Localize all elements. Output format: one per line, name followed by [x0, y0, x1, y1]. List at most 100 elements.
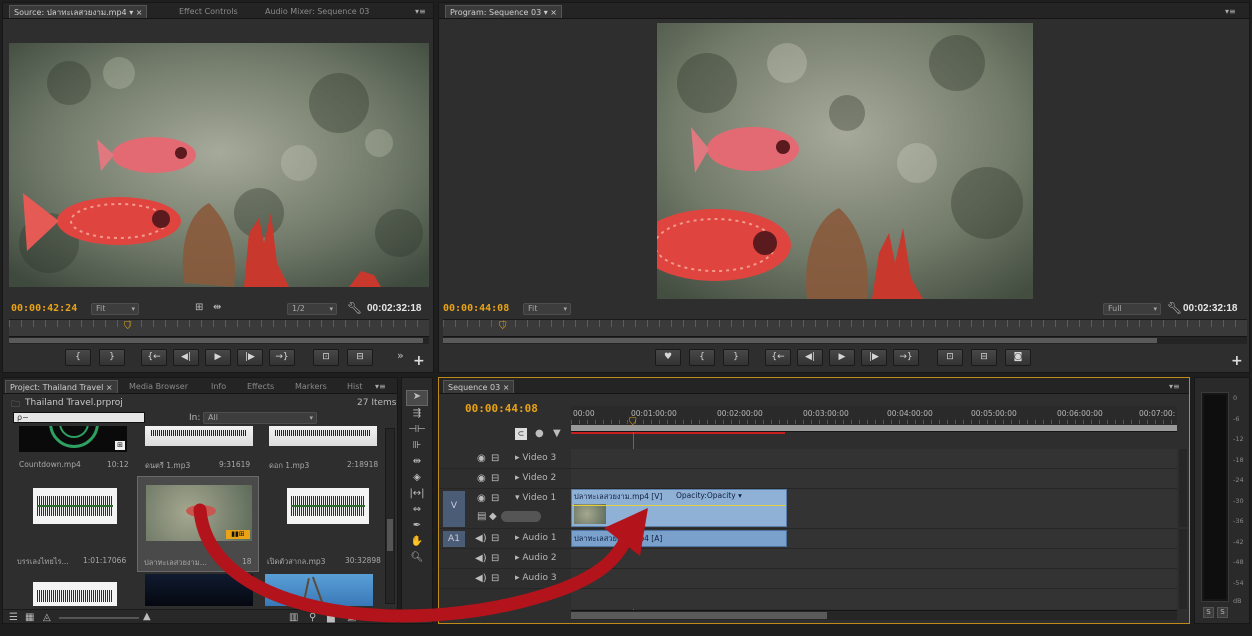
timeline-horizontal-scrollbar[interactable] [571, 610, 1177, 620]
clear-icon[interactable]: ▪ [367, 612, 374, 623]
pen-tool-icon[interactable]: ✒ [406, 520, 428, 531]
solo-left-button[interactable]: S [1203, 607, 1214, 618]
search-input[interactable]: ρ~ [13, 412, 145, 423]
lock-icon[interactable]: ⊟ [491, 573, 499, 584]
bin-item-audio[interactable] [33, 582, 117, 606]
source-time-ruler[interactable] [9, 319, 429, 336]
lock-icon[interactable]: ⊟ [491, 533, 499, 544]
source-resolution-dropdown[interactable]: 1/2 ▾ [287, 303, 337, 315]
close-tab-icon[interactable]: × [106, 383, 113, 392]
target-track-v[interactable]: V [443, 491, 465, 527]
add-icon[interactable]: + [1231, 353, 1243, 369]
tab-source[interactable]: Source: ปลาทะเลสวยงาม.mp4 ▾ × [9, 5, 148, 18]
tab-sequence[interactable]: Sequence 03 × [443, 380, 515, 393]
close-tab-icon[interactable]: × [550, 8, 557, 17]
in-filter-dropdown[interactable]: All ▾ [203, 412, 317, 424]
eye-icon[interactable]: ◉ [477, 473, 486, 484]
go-to-in-button[interactable]: {← [765, 349, 791, 366]
opacity-menu[interactable]: Opacity:Opacity ▾ [676, 491, 742, 500]
program-playhead[interactable]: ⛉ [499, 322, 508, 332]
hand-tool-icon[interactable]: ✋ [406, 536, 428, 547]
rate-stretch-tool-icon[interactable]: ⇹ [406, 456, 428, 467]
bin-item-audio[interactable]: บรรเลงไทยไร... 1:01:17066 [11, 478, 133, 570]
rolling-edit-tool-icon[interactable]: ⊪ [406, 440, 428, 451]
razor-tool-icon[interactable]: ◈ [406, 472, 428, 483]
speaker-icon[interactable]: ◀) [475, 573, 487, 584]
overwrite-button[interactable]: ⊟ [347, 349, 373, 366]
lock-icon[interactable]: ⊟ [491, 493, 499, 504]
mark-out-button[interactable]: } [99, 349, 125, 366]
display-style-icon[interactable]: ▤ [477, 511, 486, 522]
step-forward-button[interactable]: |▶ [861, 349, 887, 366]
go-to-out-button[interactable]: →} [269, 349, 295, 366]
bin-item-video-selected[interactable]: ▮▮⊞ ปลาทะเลสวยงาม... 18 [137, 476, 259, 572]
bin-item-audio[interactable]: ดอก 1.mp3 2:18918 [261, 426, 383, 474]
eye-icon[interactable]: ◉ [477, 453, 486, 464]
keyframe-icon[interactable]: ◆ [489, 511, 497, 522]
source-zoom-scrollbar[interactable] [9, 336, 429, 344]
play-button[interactable]: ▶ [829, 349, 855, 366]
tab-effect-controls[interactable]: Effect Controls [175, 5, 242, 18]
lock-icon[interactable]: ⊟ [491, 453, 499, 464]
source-playhead[interactable]: ⛉ [124, 322, 133, 332]
opacity-line[interactable] [572, 505, 786, 506]
close-tab-icon[interactable]: × [136, 8, 143, 17]
tab-menu-chevron-icon[interactable]: ▾ [129, 8, 133, 17]
panel-menu-icon[interactable]: ▾≡ [1165, 380, 1184, 393]
output-icon[interactable]: ⇹ [213, 302, 221, 313]
list-view-icon[interactable]: ☰ [9, 612, 18, 623]
project-scrollbar[interactable] [385, 428, 395, 604]
program-resolution-dropdown[interactable]: Full ▾ [1103, 303, 1161, 315]
play-button[interactable]: ▶ [205, 349, 231, 366]
slip-tool-icon[interactable]: |↔| [406, 488, 428, 499]
bin-item-video[interactable] [265, 574, 373, 606]
source-zoom-dropdown[interactable]: Fit ▾ [91, 303, 139, 315]
step-forward-button[interactable]: |▶ [237, 349, 263, 366]
mark-in-button[interactable]: { [689, 349, 715, 366]
lift-button[interactable]: ⊡ [937, 349, 963, 366]
more-controls-icon[interactable]: » [397, 349, 404, 362]
tab-project[interactable]: Project: Thailand Travel × [5, 380, 118, 393]
bin-item-countdown[interactable]: ⊞ Countdown.mp4 10:12 [11, 426, 133, 474]
timeline-vertical-scrollbar-audio[interactable] [1179, 529, 1187, 609]
tab-info[interactable]: Info [207, 380, 230, 393]
zoom-in-icon[interactable]: ▲ [143, 611, 151, 622]
sequence-time-ruler[interactable]: 00:00 00:01:00:00 00:02:00:00 00:03:00:0… [571, 406, 1177, 434]
timeline-vertical-scrollbar-video[interactable] [1179, 449, 1187, 527]
zoom-out-icon[interactable]: ◬ [43, 612, 51, 623]
video-clip[interactable]: ปลาทะเลสวยงาม.mp4 [V] Opacity:Opacity ▾ [571, 489, 787, 527]
tab-effects[interactable]: Effects [243, 380, 278, 393]
eye-icon[interactable]: ◉ [477, 493, 486, 504]
bin-item-audio[interactable]: ดนตรี 1.mp3 9:31619 [137, 426, 259, 474]
keyframe-navigator[interactable] [501, 511, 541, 522]
export-frame-button[interactable]: ◙ [1005, 349, 1031, 366]
new-bin-icon[interactable]: ▇ [327, 612, 335, 623]
lock-icon[interactable]: ⊟ [491, 553, 499, 564]
safe-margins-icon[interactable]: ⊞ [195, 302, 203, 313]
bin-item-audio[interactable]: เปิดตัวสากล.mp3 30:32898 [261, 478, 383, 570]
program-zoom-scrollbar[interactable] [443, 336, 1247, 344]
wrench-icon[interactable]: 🔧︎ [347, 301, 362, 315]
mark-in-button[interactable]: { [65, 349, 91, 366]
step-back-button[interactable]: ◀| [797, 349, 823, 366]
bin-item-video[interactable] [145, 574, 253, 606]
tab-media-browser[interactable]: Media Browser [125, 380, 192, 393]
track-select-tool-icon[interactable]: ⇶ [406, 408, 428, 419]
thumbnail-size-slider[interactable] [59, 617, 139, 619]
go-to-in-button[interactable]: {← [141, 349, 167, 366]
program-current-timecode[interactable]: 00:00:44:08 [443, 303, 509, 314]
mark-out-button[interactable]: } [723, 349, 749, 366]
audio-clip[interactable]: ปลาทะเลสวยงาม.mp4 [A] [571, 530, 787, 547]
panel-menu-icon[interactable]: ▾≡ [1221, 5, 1240, 18]
source-current-timecode[interactable]: 00:00:42:24 [11, 303, 77, 314]
program-zoom-dropdown[interactable]: Fit ▾ [523, 303, 571, 315]
ripple-edit-tool-icon[interactable]: ⊣⊢ [406, 424, 428, 435]
icon-view-icon[interactable]: ▦ [25, 612, 34, 623]
extract-button[interactable]: ⊟ [971, 349, 997, 366]
slide-tool-icon[interactable]: ⇔ [406, 504, 428, 515]
target-track-a1[interactable]: A1 [443, 531, 465, 547]
solo-right-button[interactable]: S [1217, 607, 1228, 618]
tab-history[interactable]: Hist [343, 380, 367, 393]
panel-menu-icon[interactable]: ▾≡ [411, 5, 430, 18]
panel-menu-icon[interactable]: ▾≡ [371, 380, 390, 393]
